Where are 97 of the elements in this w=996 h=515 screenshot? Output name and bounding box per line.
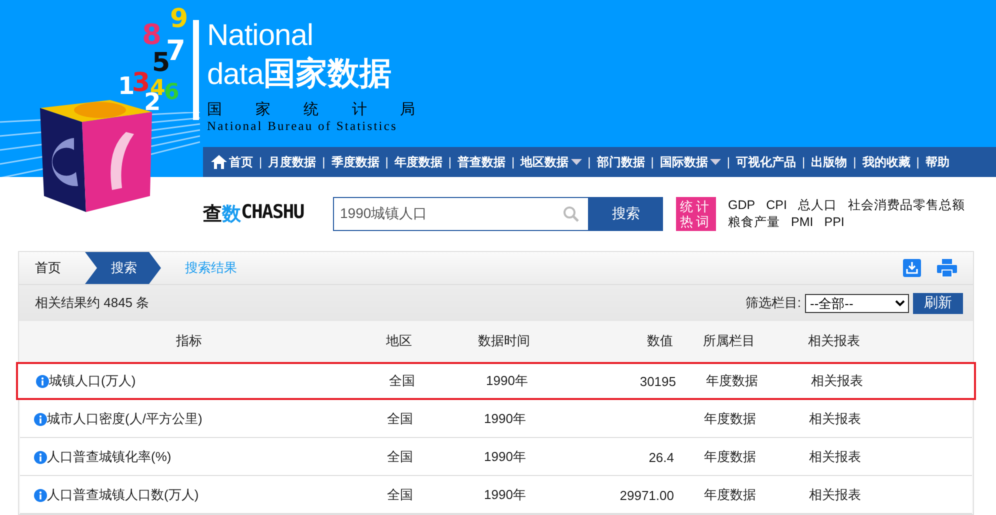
- indicator-cell: 城镇人口(万人): [49, 372, 136, 390]
- nav-link[interactable]: 部门数据: [596, 154, 645, 170]
- hot-word-link[interactable]: 社会消费品零售总额: [848, 197, 965, 214]
- info-icon[interactable]: [34, 412, 47, 426]
- category-cell-text: 年度数据: [703, 448, 757, 466]
- filter-label: 筛选栏目:: [745, 294, 801, 312]
- category-cell-text: 年度数据: [703, 486, 757, 504]
- time-cell-text: 1990年: [483, 410, 527, 428]
- nav-separator: |: [259, 155, 262, 169]
- hot-word-link[interactable]: 粮食产量: [728, 214, 780, 231]
- logo-digit: 8: [142, 18, 162, 51]
- result-row[interactable]: 人口普查城镇人口数(万人) 全国 1990年 29971.00 年度数据 相关报表: [20, 476, 972, 514]
- result-count: 相关结果约 4845 条: [35, 294, 150, 312]
- nav-link[interactable]: 帮助: [925, 154, 950, 170]
- info-icon[interactable]: [34, 450, 47, 464]
- time-cell-text: 1990年: [483, 448, 527, 466]
- value-cell-text: 30195: [638, 374, 677, 388]
- hot-word-link[interactable]: PPI: [824, 214, 844, 231]
- nav-link[interactable]: 年度数据: [394, 154, 442, 170]
- print-icon[interactable]: [937, 259, 957, 277]
- nav-link[interactable]: 国际数据: [660, 154, 721, 170]
- column-header: 所属栏目: [702, 332, 756, 350]
- bureau-name-cn: 国: [207, 100, 222, 119]
- category-cell-text: 年度数据: [703, 410, 757, 428]
- hot-word-link[interactable]: 总人口: [798, 197, 837, 214]
- chashu-logo: 查数CHASHU: [203, 201, 305, 227]
- home-icon: [211, 155, 227, 169]
- region-cell-text: 全国: [388, 372, 416, 390]
- report-link[interactable]: 相关报表: [780, 486, 890, 504]
- nav-separator: |: [916, 155, 920, 169]
- column-header: 数值: [646, 332, 674, 350]
- column-header: 指标: [175, 332, 203, 350]
- result-row[interactable]: 人口普查城镇化率(%) 全国 1990年 26.4 年度数据 相关报表: [20, 438, 972, 476]
- report-link[interactable]: 相关报表: [782, 372, 892, 390]
- nav-link[interactable]: 我的收藏: [862, 154, 910, 170]
- nav-separator: |: [512, 155, 515, 169]
- hot-word-link[interactable]: PMI: [791, 214, 814, 231]
- nav-link[interactable]: 出版物: [811, 154, 848, 170]
- indicator-cell: 人口普查城镇化率(%): [47, 448, 172, 466]
- nav-separator: |: [448, 155, 452, 169]
- nav-link[interactable]: 季度数据: [331, 154, 380, 170]
- caret-icon: [710, 159, 721, 165]
- search-field[interactable]: 1990城镇人口: [333, 197, 589, 231]
- report-link[interactable]: 相关报表: [780, 410, 890, 428]
- column-header: 数据时间: [477, 332, 531, 350]
- nav-separator: |: [726, 155, 730, 169]
- logo-digit: 6: [164, 80, 180, 105]
- nav-link[interactable]: 首页: [211, 154, 253, 170]
- caret-icon: [570, 159, 582, 165]
- nav-link[interactable]: 可视化产品: [736, 154, 796, 170]
- indicator-cell: 城市人口密度(人/平方公里): [47, 410, 202, 428]
- bureau-name-cn: 局: [400, 100, 415, 119]
- search-button[interactable]: 搜索: [589, 197, 663, 231]
- breadcrumb-item[interactable]: 搜索: [85, 252, 161, 284]
- category-cell-text: 年度数据: [705, 372, 759, 390]
- search-icon: [563, 206, 579, 222]
- value-cell-text: 29971.00: [618, 488, 675, 502]
- region-cell-text: 全国: [386, 448, 414, 466]
- nav-separator: |: [650, 155, 654, 169]
- site-title-cn: 国家数据: [263, 54, 392, 93]
- hot-words-label: 统计热词: [676, 197, 716, 231]
- bureau-name-en: National Bureau of Statistics: [207, 119, 398, 134]
- bureau-name-cn: 统: [304, 100, 318, 119]
- bureau-name-cn: 家: [255, 100, 270, 119]
- column-header: 地区: [385, 332, 413, 350]
- filter-dropdown[interactable]: --全部--: [805, 294, 909, 312]
- hot-word-link[interactable]: CPI: [766, 197, 787, 214]
- nav-separator: |: [588, 155, 591, 169]
- nav-separator: |: [385, 155, 388, 169]
- nav-separator: |: [853, 155, 856, 169]
- logo-digit: 1: [118, 72, 135, 100]
- result-row[interactable]: 城镇人口(万人) 全国 1990年 30195 年度数据 相关报表: [16, 362, 976, 400]
- nav-link[interactable]: 月度数据: [268, 154, 316, 170]
- info-icon[interactable]: [36, 374, 49, 388]
- result-row[interactable]: 城市人口密度(人/平方公里) 全国 1990年 年度数据 相关报表: [20, 400, 972, 438]
- bureau-name-cn: 计: [352, 100, 367, 119]
- logo-digit: 5: [152, 48, 170, 78]
- refresh-button[interactable]: 刷新: [913, 292, 963, 314]
- site-title: National: [207, 20, 314, 52]
- logo-digit: 9: [170, 4, 188, 34]
- indicator-cell: 人口普查城镇人口数(万人): [47, 486, 199, 504]
- breadcrumb-item[interactable]: 首页: [19, 252, 85, 284]
- column-header: 相关报表: [807, 332, 861, 350]
- region-cell-text: 全国: [386, 486, 414, 504]
- nav-separator: |: [802, 155, 806, 169]
- nav-separator: |: [322, 155, 326, 169]
- time-cell-text: 1990年: [485, 372, 529, 390]
- nav-link[interactable]: 地区数据: [520, 154, 582, 170]
- info-icon[interactable]: [34, 488, 47, 502]
- hot-word-link[interactable]: GDP: [728, 197, 756, 214]
- time-cell-text: 1990年: [483, 486, 527, 504]
- report-link[interactable]: 相关报表: [780, 448, 890, 466]
- value-cell-text: 26.4: [648, 450, 675, 464]
- site-title: data: [207, 59, 264, 91]
- download-icon[interactable]: [903, 259, 921, 277]
- region-cell-text: 全国: [386, 410, 414, 428]
- nav-link[interactable]: 普查数据: [458, 154, 506, 170]
